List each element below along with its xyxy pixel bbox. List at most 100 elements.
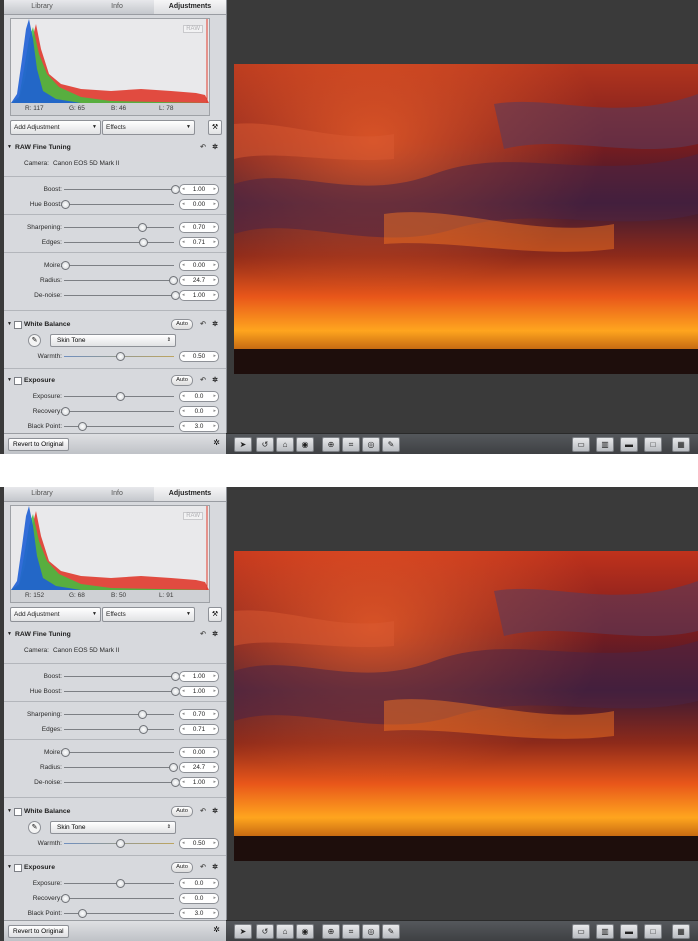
slider-knob[interactable] [139, 725, 149, 734]
stepper-left-icon[interactable]: ◂ [182, 725, 185, 734]
split-view-icon[interactable]: ▥ [596, 924, 614, 939]
value-stepper[interactable]: ◂ 3.0 ▸ [179, 421, 219, 432]
stepper-left-icon[interactable]: ◂ [182, 763, 185, 772]
lift-tool-icon[interactable]: ⌂ [276, 437, 294, 452]
stepper-left-icon[interactable]: ◂ [182, 352, 185, 361]
stepper-left-icon[interactable]: ◂ [182, 276, 185, 285]
disclosure-triangle-icon[interactable]: ▼ [7, 805, 12, 818]
slider-track[interactable] [64, 898, 174, 899]
value-stepper[interactable]: ◂ 0.0 ▸ [179, 878, 219, 889]
reset-arrow-icon[interactable]: ↶ [200, 805, 206, 818]
slider-knob[interactable] [61, 748, 70, 757]
enable-checkbox[interactable] [14, 321, 22, 329]
eyedropper-icon[interactable]: ✎ [28, 334, 41, 347]
add-adjustment-popup[interactable]: Add Adjustment ▼ [10, 607, 101, 622]
stepper-left-icon[interactable]: ◂ [182, 909, 185, 918]
slider-track[interactable] [64, 714, 174, 715]
stepper-left-icon[interactable]: ◂ [182, 748, 185, 757]
stepper-right-icon[interactable]: ▸ [213, 879, 216, 888]
auto-button[interactable]: Auto [171, 862, 193, 873]
stepper-right-icon[interactable]: ▸ [213, 839, 216, 848]
slider-knob[interactable] [77, 909, 87, 918]
value-stepper[interactable]: ◂ 1.00 ▸ [179, 184, 219, 195]
stepper-left-icon[interactable]: ◂ [182, 710, 185, 719]
slider-knob[interactable] [61, 261, 70, 270]
lift-tool-icon[interactable]: ⌂ [276, 924, 294, 939]
revert-to-original-button[interactable]: Revert to Original [8, 925, 69, 938]
slider-knob[interactable] [138, 223, 147, 232]
slider-track[interactable] [64, 204, 174, 205]
slider-track[interactable] [64, 676, 174, 677]
disclosure-triangle-icon[interactable]: ▼ [7, 628, 12, 641]
slider-knob[interactable] [116, 352, 125, 361]
stepper-left-icon[interactable]: ◂ [182, 185, 185, 194]
quick-brush-button[interactable]: ⚒ [208, 120, 222, 135]
tab-adjustments[interactable]: Adjustments [154, 487, 226, 501]
value-stepper[interactable]: ◂ 0.00 ▸ [179, 260, 219, 271]
tab-info[interactable]: Info [80, 0, 154, 14]
stepper-right-icon[interactable]: ▸ [213, 407, 216, 416]
slider-knob[interactable] [168, 763, 178, 772]
stepper-left-icon[interactable]: ◂ [182, 879, 185, 888]
inspector-toggle-icon[interactable]: ▦ [672, 924, 690, 939]
slider-knob[interactable] [116, 392, 125, 401]
stepper-left-icon[interactable]: ◂ [182, 422, 185, 431]
stepper-left-icon[interactable]: ◂ [182, 223, 185, 232]
stepper-left-icon[interactable]: ◂ [182, 238, 185, 247]
brush-tool-icon[interactable]: ✎ [382, 924, 400, 939]
enable-checkbox[interactable] [14, 864, 22, 872]
select-tool-icon[interactable]: ➤ [234, 437, 252, 452]
slider-knob[interactable] [139, 238, 149, 247]
quick-brush-button[interactable]: ⚒ [208, 607, 222, 622]
gear-icon[interactable]: ✲ [212, 374, 218, 387]
slider-track[interactable] [64, 242, 174, 243]
viewer-mode-icon[interactable]: ▭ [572, 437, 590, 452]
stepper-left-icon[interactable]: ◂ [182, 261, 185, 270]
value-stepper[interactable]: ◂ 0.50 ▸ [179, 351, 219, 362]
stepper-right-icon[interactable]: ▸ [213, 909, 216, 918]
rotate-tool-icon[interactable]: ↺ [256, 437, 274, 452]
red-eye-tool-icon[interactable]: ◎ [362, 437, 380, 452]
stepper-right-icon[interactable]: ▸ [213, 763, 216, 772]
crop-tool-icon[interactable]: ⌗ [342, 437, 360, 452]
stepper-left-icon[interactable]: ◂ [182, 687, 185, 696]
stepper-right-icon[interactable]: ▸ [213, 672, 216, 681]
rotate-tool-icon[interactable]: ↺ [256, 924, 274, 939]
stamp-tool-icon[interactable]: ◉ [296, 924, 314, 939]
reset-arrow-icon[interactable]: ↶ [200, 141, 206, 154]
stamp-tool-icon[interactable]: ◉ [296, 437, 314, 452]
value-stepper[interactable]: ◂ 0.71 ▸ [179, 724, 219, 735]
tab-library[interactable]: Library [4, 0, 80, 14]
stepper-left-icon[interactable]: ◂ [182, 407, 185, 416]
enable-checkbox[interactable] [14, 377, 22, 385]
slider-knob[interactable] [116, 839, 125, 848]
value-stepper[interactable]: ◂ 0.0 ▸ [179, 406, 219, 417]
gear-icon[interactable]: ✲ [213, 438, 220, 447]
gear-icon[interactable]: ✲ [212, 805, 218, 818]
stepper-right-icon[interactable]: ▸ [213, 725, 216, 734]
disclosure-triangle-icon[interactable]: ▼ [7, 141, 12, 154]
stepper-left-icon[interactable]: ◂ [182, 672, 185, 681]
stepper-right-icon[interactable]: ▸ [213, 748, 216, 757]
slider-knob[interactable] [116, 879, 125, 888]
value-stepper[interactable]: ◂ 0.0 ▸ [179, 893, 219, 904]
enable-checkbox[interactable] [14, 808, 22, 816]
straighten-tool-icon[interactable]: ⊕ [322, 437, 340, 452]
tab-library[interactable]: Library [4, 487, 80, 501]
value-stepper[interactable]: ◂ 0.71 ▸ [179, 237, 219, 248]
red-eye-tool-icon[interactable]: ◎ [362, 924, 380, 939]
slider-knob[interactable] [168, 276, 178, 285]
auto-button[interactable]: Auto [171, 375, 193, 386]
brush-tool-icon[interactable]: ✎ [382, 437, 400, 452]
value-stepper[interactable]: ◂ 24.7 ▸ [179, 762, 219, 773]
value-stepper[interactable]: ◂ 0.50 ▸ [179, 838, 219, 849]
disclosure-triangle-icon[interactable]: ▼ [7, 318, 12, 331]
stepper-right-icon[interactable]: ▸ [213, 894, 216, 903]
stepper-left-icon[interactable]: ◂ [182, 200, 185, 209]
slider-track[interactable] [64, 752, 174, 753]
value-stepper[interactable]: ◂ 0.00 ▸ [179, 199, 219, 210]
slider-knob[interactable] [138, 710, 147, 719]
stepper-right-icon[interactable]: ▸ [213, 200, 216, 209]
stepper-right-icon[interactable]: ▸ [213, 352, 216, 361]
value-stepper[interactable]: ◂ 1.00 ▸ [179, 686, 219, 697]
